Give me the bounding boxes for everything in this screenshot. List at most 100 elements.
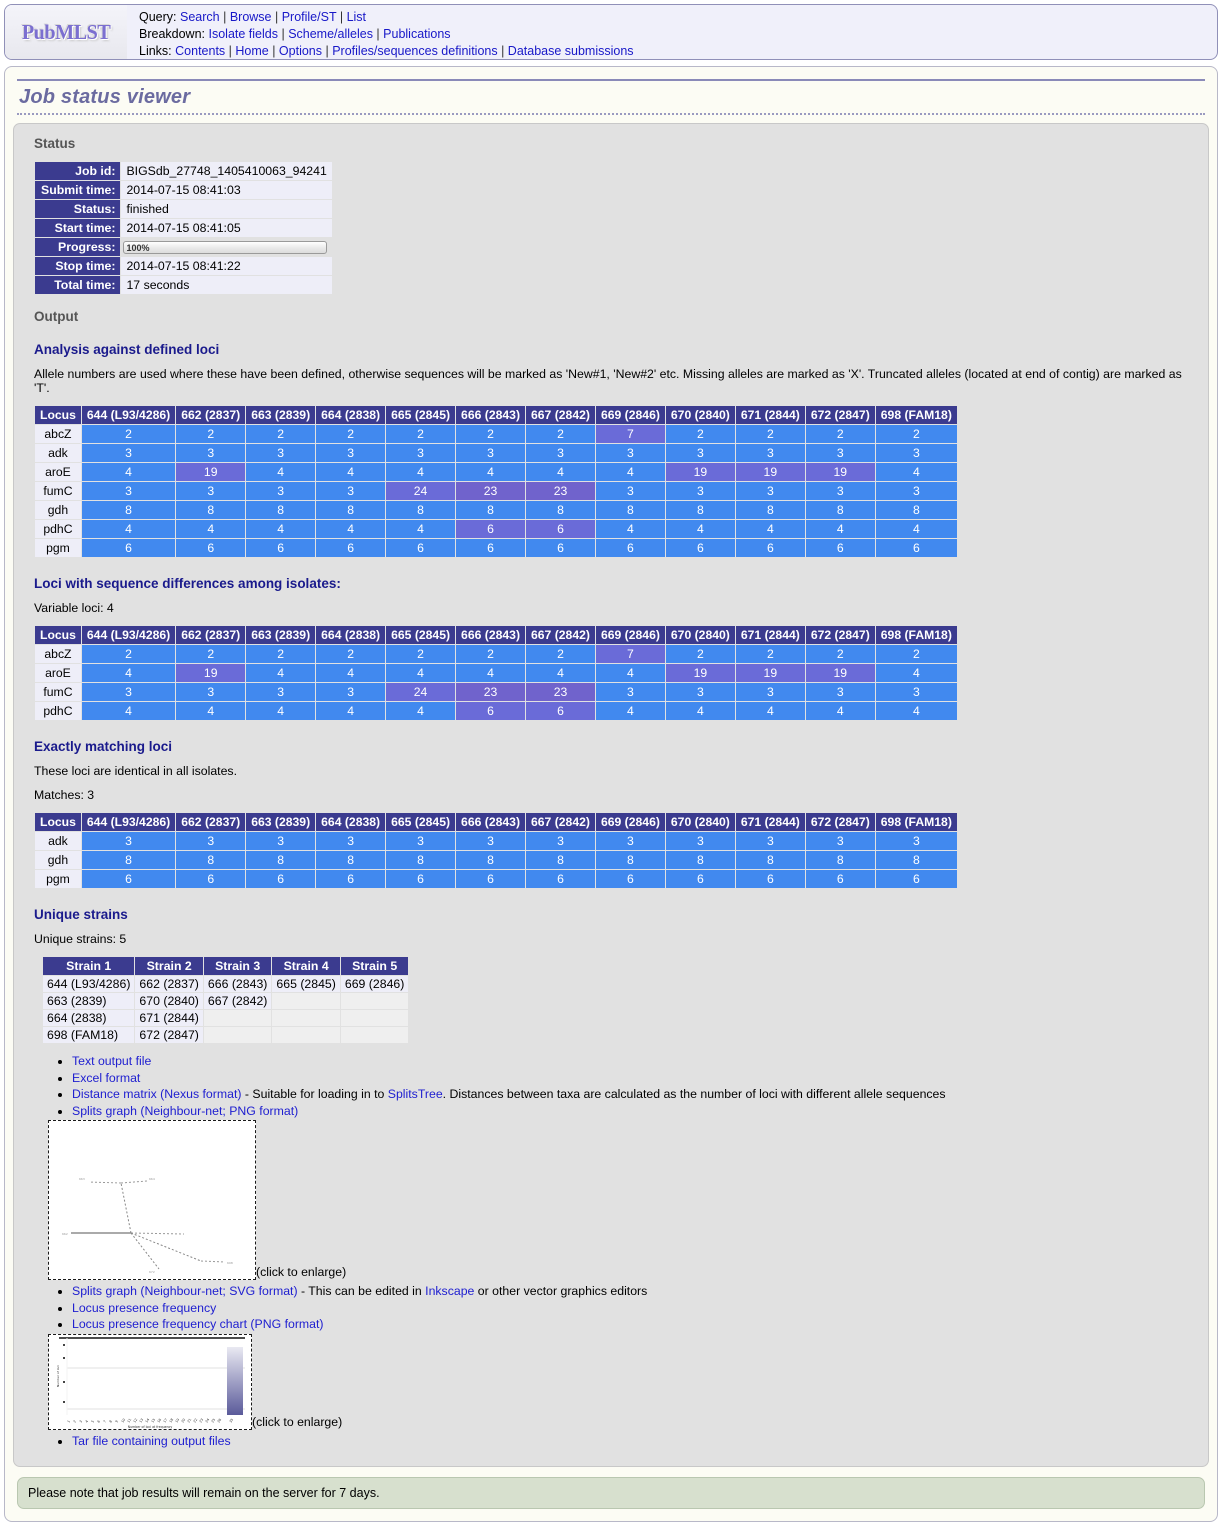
strain-cell: 663 (2839): [43, 993, 135, 1009]
link-splits-graph-svg[interactable]: Splits graph (Neighbour-net; SVG format): [72, 1284, 298, 1298]
allele-cell: 4: [81, 664, 176, 682]
allele-cell: 8: [665, 501, 735, 519]
allele-cell: 3: [665, 683, 735, 701]
table-row: pdhC 4 4 4 4 4 6 6 4 4 4 4 4: [35, 520, 957, 538]
locus-name-cell: pgm: [35, 870, 81, 888]
column-header: 665 (2845): [386, 626, 456, 644]
column-header: 672 (2847): [805, 626, 875, 644]
nav-link-contents[interactable]: Contents: [175, 44, 225, 58]
allele-cell: 8: [316, 501, 386, 519]
allele-cell: 19: [665, 463, 735, 481]
svg-text:664: 664: [149, 1177, 155, 1181]
allele-cell: 6: [735, 870, 805, 888]
allele-cell: 3: [246, 482, 316, 500]
nav-link-database-submissions[interactable]: Database submissions: [508, 44, 634, 58]
allele-cell: 6: [81, 539, 176, 557]
allele-cell: 4: [81, 702, 176, 720]
link-text-output-file[interactable]: Text output file: [72, 1054, 151, 1068]
nav-link-list[interactable]: List: [347, 10, 366, 24]
locus-name-cell: abcZ: [35, 645, 81, 663]
table-header-row: Locus 644 (L93/4286) 662 (2837) 663 (2839) 6…: [35, 626, 957, 644]
allele-cell: 8: [665, 851, 735, 869]
splits-graph-thumbnail-wrap[interactable]: 662 663 664 672 698: [48, 1120, 256, 1280]
allele-cell: 8: [456, 851, 525, 869]
link-excel-format[interactable]: Excel format: [72, 1071, 140, 1085]
nav-link-profiles-sequences-definitions[interactable]: Profiles/sequences definitions: [332, 44, 497, 58]
allele-cell: 6: [526, 702, 595, 720]
allele-cell: 3: [176, 683, 246, 701]
allele-cell: 3: [735, 444, 805, 462]
allele-cell: 4: [595, 463, 665, 481]
nav-link-options[interactable]: Options: [279, 44, 322, 58]
column-header: Locus: [35, 626, 81, 644]
strain-cell: [272, 1010, 340, 1026]
status-row: Total time: 17 seconds: [35, 276, 332, 294]
nav-link-search[interactable]: Search: [180, 10, 220, 24]
link-splitstree[interactable]: SplitsTree: [388, 1087, 443, 1101]
allele-cell: 3: [805, 444, 875, 462]
column-header: 671 (2844): [735, 813, 805, 831]
frequency-chart-thumbnail[interactable]: Number of loci 1 2 3 4 5 6 7 8 9 10 11 1…: [48, 1333, 252, 1430]
locus-name-cell: pdhC: [35, 520, 81, 538]
allele-cell: 4: [735, 520, 805, 538]
frequency-chart-thumbnail-wrap[interactable]: Number of loci 1 2 3 4 5 6 7 8 9 10 11 1…: [48, 1333, 252, 1430]
allele-cell: 4: [805, 520, 875, 538]
allele-cell: 6: [526, 520, 595, 538]
allele-cell: 4: [316, 664, 386, 682]
column-header: 671 (2844): [735, 626, 805, 644]
allele-cell: 2: [875, 425, 957, 443]
status-row: Job id: BIGSdb_27748_1405410063_94241: [35, 162, 332, 180]
frequency-chart-enlarge-caption: (click to enlarge): [252, 1414, 343, 1429]
allele-cell: 4: [246, 702, 316, 720]
link-locus-presence-frequency-chart[interactable]: Locus presence frequency chart (PNG form…: [72, 1317, 324, 1331]
status-row-value: 2014-07-15 08:41:22: [121, 257, 332, 275]
strain-cell: [272, 993, 340, 1009]
allele-cell: 6: [246, 539, 316, 557]
frequency-chart-image: Number of loci 1 2 3 4 5 6 7 8 9 10 11 1…: [49, 1334, 251, 1429]
strain-cell: 671 (2844): [135, 1010, 203, 1026]
splits-graph-enlarge-caption: (click to enlarge): [256, 1265, 347, 1279]
strain-cell: 662 (2837): [135, 976, 203, 992]
column-header: 670 (2840): [665, 406, 735, 424]
allele-cell: 19: [805, 463, 875, 481]
strain-cell: 672 (2847): [135, 1027, 203, 1043]
nav-link-publications[interactable]: Publications: [383, 27, 450, 41]
allele-cell: 3: [665, 444, 735, 462]
link-locus-presence-frequency[interactable]: Locus presence frequency: [72, 1301, 216, 1315]
variable-loci-table: Locus 644 (L93/4286) 662 (2837) 663 (2839) 6…: [34, 625, 958, 721]
nav-link-isolate-fields[interactable]: Isolate fields: [209, 27, 278, 41]
allele-cell: 8: [246, 851, 316, 869]
svg-text:698: 698: [227, 1261, 233, 1265]
table-row: 644 (L93/4286) 662 (2837) 666 (2843) 665 (2…: [43, 976, 409, 992]
nav-link-profile-st[interactable]: Profile/ST: [282, 10, 337, 24]
allele-cell: 3: [81, 832, 176, 850]
link-distance-matrix[interactable]: Distance matrix (Nexus format): [72, 1087, 241, 1101]
unique-strains-heading: Unique strains: [34, 907, 128, 922]
nav-link-home[interactable]: Home: [235, 44, 268, 58]
allele-cell: 3: [595, 444, 665, 462]
column-header: 698 (FAM18): [875, 406, 957, 424]
allele-cell: 4: [595, 664, 665, 682]
nav-link-scheme-alleles[interactable]: Scheme/alleles: [288, 27, 373, 41]
column-header: 666 (2843): [456, 406, 525, 424]
link-inkscape[interactable]: Inkscape: [425, 1284, 474, 1298]
column-header: 667 (2842): [526, 813, 595, 831]
splits-graph-thumbnail[interactable]: 662 663 664 672 698: [48, 1120, 256, 1280]
allele-cell: 2: [176, 645, 246, 663]
footer-note-text: Please note that job results will remain…: [28, 1486, 380, 1500]
frequency-chart-thumbnail-item: Number of loci 1 2 3 4 5 6 7 8 9 10 11 1…: [48, 1333, 1198, 1430]
column-header: 662 (2837): [176, 626, 246, 644]
allele-cell: 2: [735, 645, 805, 663]
status-row-value: 2014-07-15 08:41:05: [121, 219, 332, 237]
link-tar-file[interactable]: Tar file containing output files: [72, 1434, 231, 1448]
allele-cell: 6: [595, 870, 665, 888]
allele-cell: 2: [176, 425, 246, 443]
list-item: Splits graph (Neighbour-net; PNG format): [72, 1104, 1198, 1118]
allele-cell: 4: [386, 520, 456, 538]
list-item: Splits graph (Neighbour-net; SVG format)…: [72, 1284, 1198, 1298]
nav-link-browse[interactable]: Browse: [230, 10, 272, 24]
table-row: adk 3 3 3 3 3 3 3 3 3 3 3 3: [35, 444, 957, 462]
allele-cell: 4: [595, 702, 665, 720]
link-splits-graph-png[interactable]: Splits graph (Neighbour-net; PNG format): [72, 1104, 298, 1118]
nav-row-query-label: Query:: [139, 10, 177, 24]
